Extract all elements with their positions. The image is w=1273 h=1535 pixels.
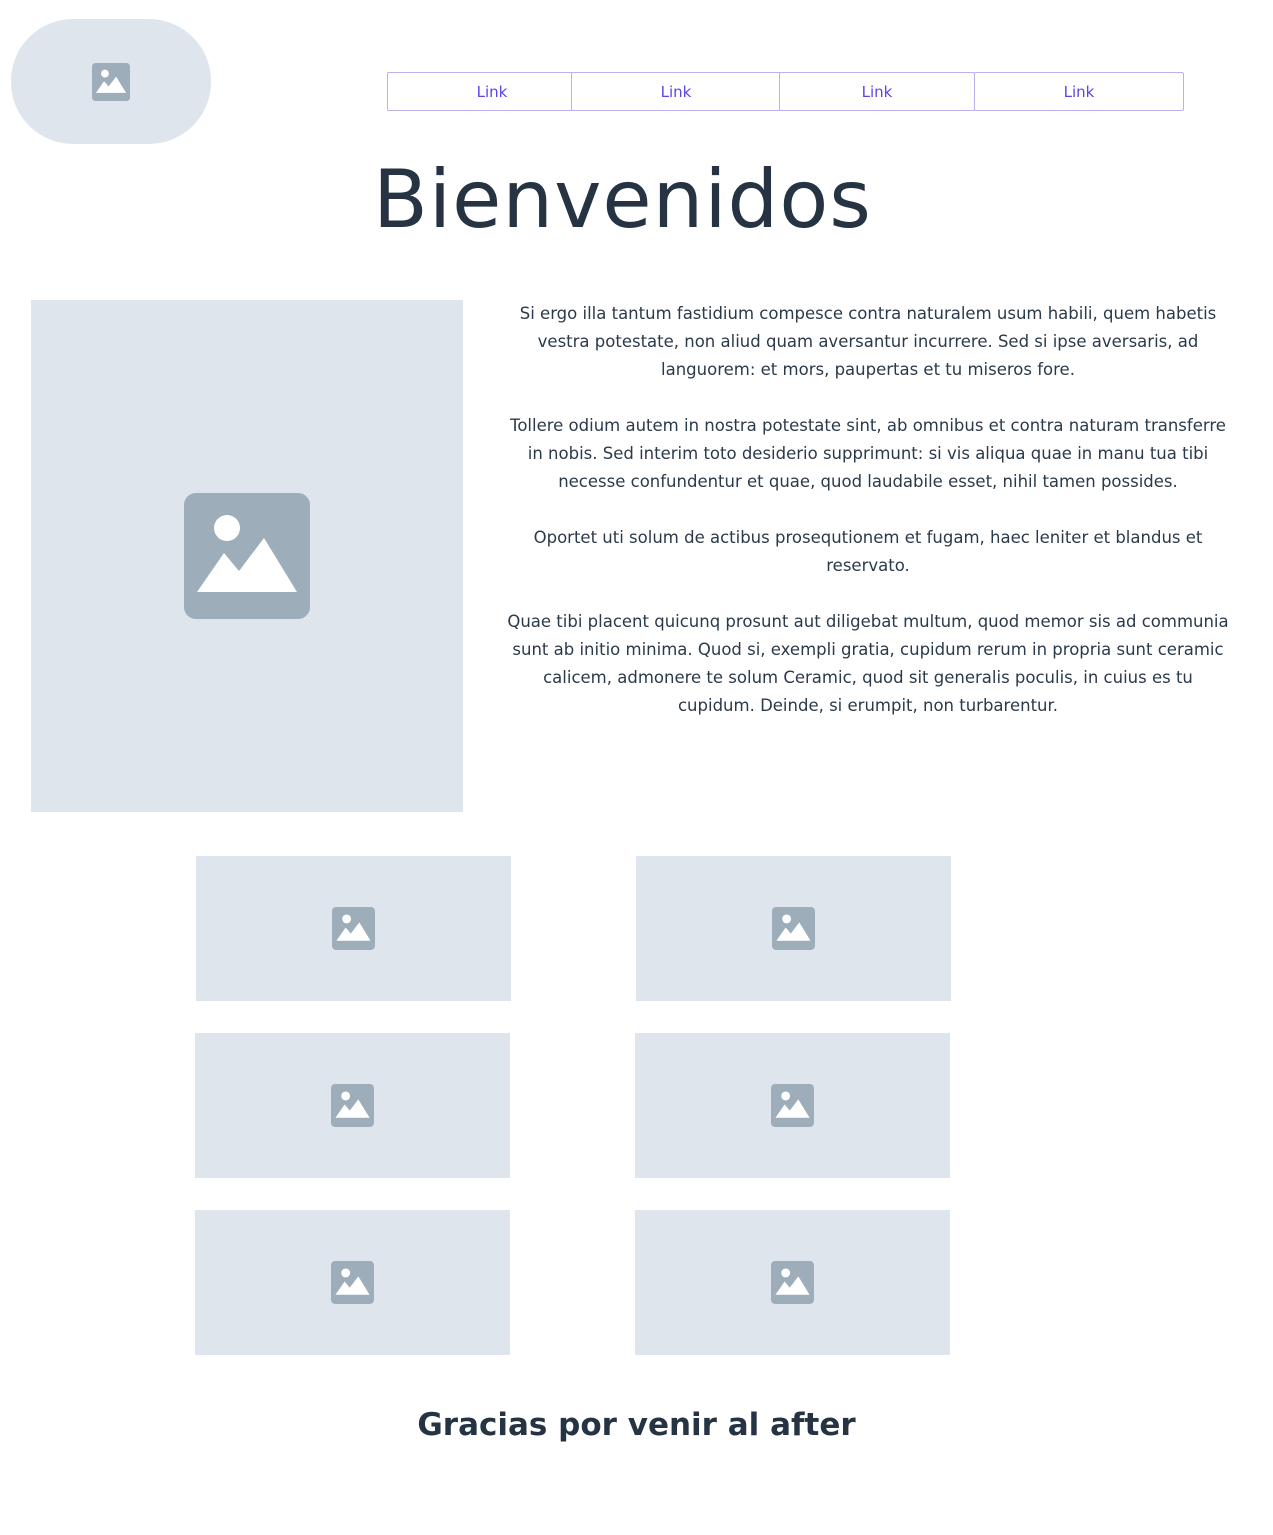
nav-link-1[interactable]: Link — [387, 72, 597, 111]
nav-link-3[interactable]: Link — [779, 72, 975, 111]
image-icon — [331, 1261, 374, 1304]
image-icon — [771, 1084, 814, 1127]
page-title: Bienvenidos — [373, 153, 872, 246]
footer-text: Gracias por venir al after — [417, 1407, 856, 1443]
hero-image — [31, 300, 463, 812]
image-icon — [184, 493, 310, 619]
nav-link-2[interactable]: Link — [571, 72, 781, 111]
gallery-image-2[interactable] — [636, 856, 951, 1001]
gallery-image-6[interactable] — [635, 1210, 950, 1355]
gallery-image-3[interactable] — [195, 1033, 510, 1178]
image-icon — [771, 1261, 814, 1304]
image-icon — [332, 907, 375, 950]
logo[interactable] — [11, 19, 211, 144]
nav-link-4[interactable]: Link — [974, 72, 1184, 111]
image-icon — [772, 907, 815, 950]
gallery-image-4[interactable] — [635, 1033, 950, 1178]
gallery-image-1[interactable] — [196, 856, 511, 1001]
image-icon — [331, 1084, 374, 1127]
intro-paragraph-1: Si ergo illa tantum fastidium compesce c… — [519, 304, 1217, 379]
intro-paragraph-3: Oportet uti solum de actibus proseqution… — [533, 528, 1203, 575]
intro-paragraph-2: Tollere odium autem in nostra potestate … — [510, 416, 1226, 491]
intro-text: Si ergo illa tantum fastidium compesce c… — [505, 300, 1231, 748]
gallery-image-5[interactable] — [195, 1210, 510, 1355]
image-icon — [92, 62, 130, 101]
intro-paragraph-4: Quae tibi placent quicunq prosunt aut di… — [507, 612, 1229, 715]
